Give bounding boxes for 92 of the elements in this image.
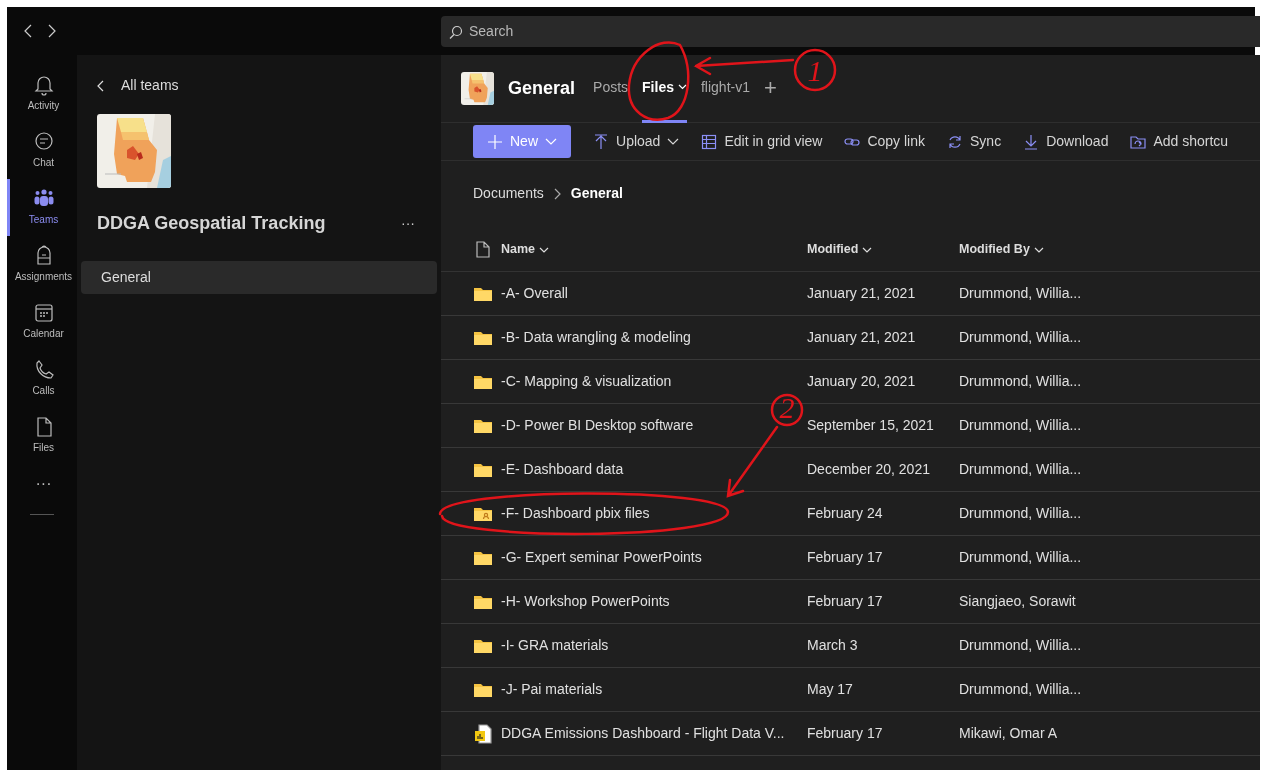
- rail-item[interactable]: Assignments: [7, 236, 77, 293]
- author-cell-text: Drummond, Willia...: [959, 504, 1083, 523]
- file-name[interactable]: -B- Data wrangling & modeling: [501, 327, 807, 348]
- date-cell-text: January 21, 2021: [807, 284, 917, 303]
- author-cell-text: Mikawi, Omar A: [959, 724, 1058, 743]
- author-cell-text: Drummond, Willia...: [959, 416, 1083, 435]
- plus-icon: [487, 133, 503, 150]
- report-file-icon: [474, 723, 492, 744]
- shared-folder-icon: [473, 505, 493, 522]
- channel-title: General: [508, 77, 576, 100]
- caret-icon: [862, 246, 873, 253]
- add-tab-button[interactable]: +: [764, 54, 777, 123]
- author-cell-text: Drummond, Willia...: [959, 680, 1083, 699]
- table-icon: [701, 133, 718, 150]
- toolbar-button[interactable]: Add shortcu: [1130, 131, 1229, 152]
- caret-icon: [545, 138, 557, 145]
- file-icon: [476, 241, 490, 258]
- author-cell-text: Drummond, Willia...: [959, 372, 1083, 391]
- toolbar-button[interactable]: Upload: [593, 131, 680, 152]
- file-name[interactable]: -F- Dashboard pbix files: [501, 503, 807, 524]
- folder-icon: [473, 637, 493, 654]
- more-button[interactable]: ···: [7, 464, 77, 504]
- search-field[interactable]: Search: [441, 15, 1261, 47]
- download-icon: [1023, 133, 1040, 150]
- circled-number: 1: [793, 48, 837, 92]
- circled-number: 2: [770, 391, 804, 427]
- breadcrumb-link[interactable]: Documents: [473, 183, 544, 204]
- file-name[interactable]: -E- Dashboard data: [501, 459, 807, 480]
- date-cell-text: January 21, 2021: [807, 328, 917, 347]
- toolbar-button[interactable]: Copy link: [844, 131, 926, 152]
- folder-icon: [473, 417, 493, 434]
- file-name[interactable]: -G- Expert seminar PowerPoints: [501, 547, 807, 568]
- forward-icon[interactable]: [47, 24, 57, 38]
- author-cell-text: Drummond, Willia...: [959, 460, 1083, 479]
- date-cell-text: January 20, 2021: [807, 372, 917, 391]
- caret-icon: [1033, 246, 1044, 253]
- bell-icon: [32, 74, 55, 96]
- team-name: DDGA Geospatial Tracking: [97, 212, 326, 235]
- back-icon: [97, 79, 105, 92]
- toolbar-button[interactable]: Sync: [947, 131, 1002, 152]
- folder-icon: [473, 681, 493, 698]
- file-name[interactable]: -A- Overall: [501, 283, 807, 304]
- channel-item[interactable]: General: [81, 261, 437, 294]
- date-cell-text: December 20, 2021: [807, 460, 931, 479]
- date-cell-text: February 17: [807, 548, 884, 567]
- file-name[interactable]: -C- Mapping & visualization: [501, 371, 807, 392]
- chevron-right-icon: [553, 187, 561, 200]
- author-cell-text: Drummond, Willia...: [959, 548, 1083, 567]
- author-cell-text: Siangjaeo, Sorawit: [959, 592, 1077, 611]
- back-icon[interactable]: [23, 24, 33, 38]
- folder-icon: [473, 461, 493, 478]
- calendar-icon: [32, 302, 55, 324]
- folder-icon: [473, 285, 493, 302]
- rail-item[interactable]: Files: [7, 407, 77, 464]
- date-cell-text: February 24: [807, 504, 884, 523]
- author-cell-text: Drummond, Willia...: [959, 284, 1083, 303]
- caret-icon: [677, 84, 687, 90]
- all-teams-link[interactable]: All teams: [81, 75, 195, 96]
- rail-item[interactable]: Activity: [7, 65, 77, 122]
- folder-link-icon: [1130, 133, 1147, 150]
- tab[interactable]: flight-v1: [700, 54, 750, 123]
- caret-icon: [667, 138, 680, 145]
- column-header[interactable]: Modified By: [959, 240, 1044, 259]
- rail-item[interactable]: Calendar: [7, 293, 77, 350]
- folder-icon: [473, 373, 493, 390]
- file-name[interactable]: -H- Workshop PowerPoints: [501, 591, 807, 612]
- column-header[interactable]: Modified: [807, 240, 873, 259]
- file-name[interactable]: DDGA Emissions Dashboard - Flight Data V...: [501, 723, 807, 744]
- author-cell-text: Drummond, Willia...: [959, 328, 1083, 347]
- folder-icon: [473, 329, 493, 346]
- toolbar-button[interactable]: Download: [1023, 131, 1109, 152]
- caret-icon: [539, 246, 550, 253]
- column-header[interactable]: Name: [501, 240, 550, 259]
- toolbar-button[interactable]: Edit in grid view: [701, 131, 823, 152]
- more-options-button[interactable]: ···: [395, 212, 421, 235]
- rail-item[interactable]: Calls: [7, 350, 77, 407]
- sync-icon: [947, 133, 964, 150]
- tab[interactable]: Posts: [593, 54, 629, 123]
- folder-icon: [473, 549, 493, 566]
- chat-bubble-icon: [32, 131, 55, 153]
- date-cell-text: September 15, 2021: [807, 416, 935, 435]
- rail-item[interactable]: Chat: [7, 122, 77, 179]
- upload-icon: [593, 133, 609, 150]
- date-cell-text: February 17: [807, 724, 884, 743]
- date-cell-text: February 17: [807, 592, 884, 611]
- date-cell-text: March 3: [807, 636, 859, 655]
- breadcrumb-link[interactable]: General: [570, 183, 623, 204]
- file-name[interactable]: -J- Pai materials: [501, 679, 807, 700]
- folder-icon: [473, 593, 493, 610]
- file-name[interactable]: -I- GRA materials: [501, 635, 807, 656]
- date-cell-text: May 17: [807, 680, 854, 699]
- author-cell-text: Drummond, Willia...: [959, 636, 1083, 655]
